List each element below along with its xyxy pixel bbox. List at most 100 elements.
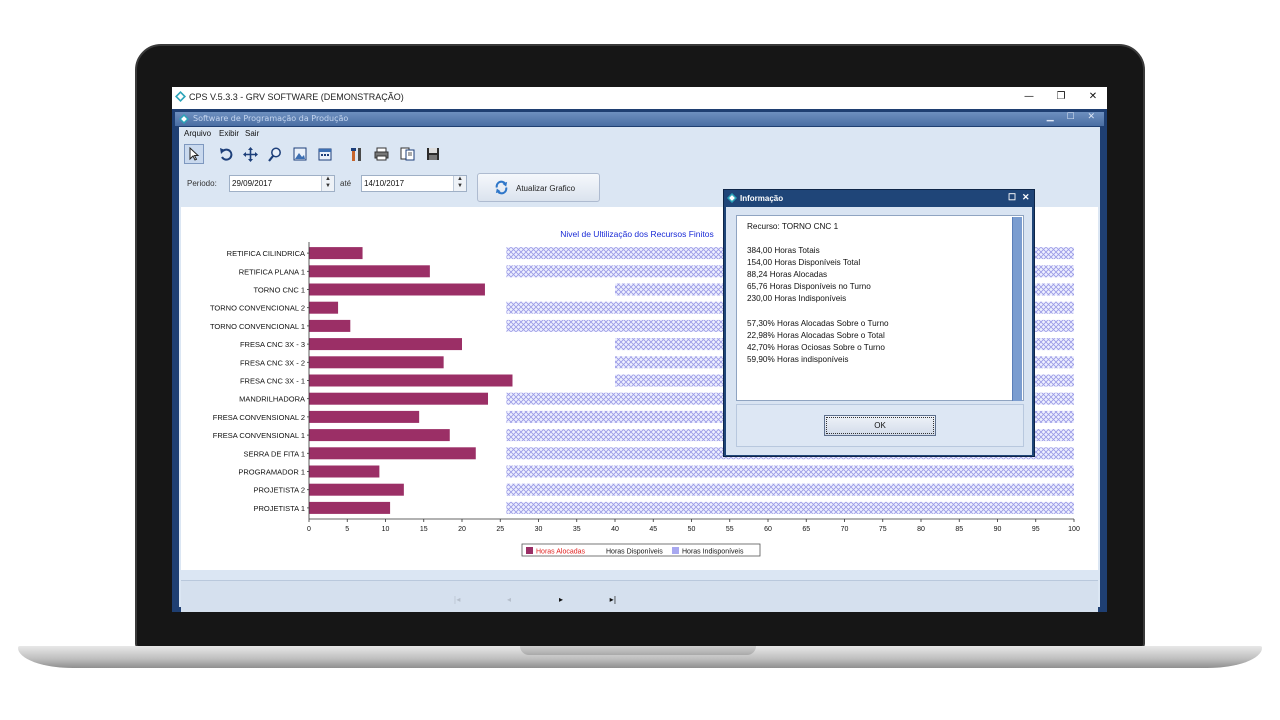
record-navigation-bar: |◂ ◂ ▸ ▸|: [181, 580, 1098, 612]
unavailable-bar: [506, 501, 1074, 514]
app-logo-icon: [727, 193, 737, 203]
start-date-field[interactable]: 29/09/2017 ▲ ▼: [229, 175, 335, 192]
start-date-spinner[interactable]: ▲ ▼: [321, 176, 334, 191]
menu-bar: Arquivo Exibir Sair: [179, 127, 1100, 140]
pointer-tool-button[interactable]: [184, 144, 204, 164]
print-preview-icon: [400, 147, 414, 161]
menu-arquivo[interactable]: Arquivo: [184, 129, 211, 138]
refresh-chart-button[interactable]: Atualizar Grafico: [477, 173, 600, 202]
minimize-button[interactable]: —: [1012, 89, 1046, 105]
x-tick-label: 10: [382, 526, 390, 533]
category-label: PROJETISTA 1: [253, 504, 305, 513]
app-logo-icon: [179, 114, 189, 124]
previous-record-button[interactable]: ◂: [501, 595, 517, 607]
settings-button[interactable]: [347, 144, 367, 164]
mdi-window-controls[interactable]: ▁ ☐ ✕: [1047, 112, 1100, 122]
last-record-button[interactable]: ▸|: [605, 595, 621, 607]
category-label: FRESA CONVENSIONAL 2: [213, 413, 305, 422]
x-tick-label: 85: [955, 526, 963, 533]
category-label: FRESA CNC 3X - 2: [240, 358, 305, 367]
allocated-bar: [309, 447, 476, 460]
info-dialog-title: Informação: [740, 194, 784, 203]
x-tick-label: 80: [917, 526, 925, 533]
category-label: RETIFICA PLANA 1: [239, 267, 305, 276]
calendar-icon: [318, 148, 332, 161]
pointer-icon: [189, 147, 200, 161]
category-label: FRESA CNC 3X - 3: [240, 340, 305, 349]
period-label: Periodo:: [187, 179, 217, 188]
unavailable-bar: [506, 483, 1074, 496]
info-resource: Recurso: TORNO CNC 1: [747, 222, 839, 231]
allocated-bar: [309, 265, 430, 278]
calendar-button[interactable]: [315, 144, 335, 164]
refresh-chart-label: Atualizar Grafico: [516, 184, 576, 193]
end-date-field[interactable]: 14/10/2017 ▲ ▼: [361, 175, 467, 192]
legend-label: Horas Indisponíveis: [682, 549, 744, 556]
x-tick-label: 0: [307, 526, 311, 533]
x-tick-label: 15: [420, 526, 428, 533]
x-tick-label: 5: [345, 526, 349, 533]
undo-icon: [220, 148, 233, 161]
allocated-bar: [309, 301, 339, 314]
info-line: 57,30% Horas Alocadas Sobre o Turno: [747, 319, 889, 328]
x-tick-label: 50: [688, 526, 696, 533]
save-button[interactable]: [423, 144, 443, 164]
allocated-bar: [309, 465, 380, 478]
info-line: 88,24 Horas Alocadas: [747, 270, 828, 279]
allocated-bar: [309, 247, 363, 260]
restore-button[interactable]: ❐: [1044, 89, 1078, 105]
export-image-button[interactable]: [290, 144, 310, 164]
menu-sair[interactable]: Sair: [245, 129, 259, 138]
refresh-icon: [495, 180, 508, 195]
save-icon: [427, 148, 439, 160]
move-icon: [242, 146, 258, 162]
start-date-value: 29/09/2017: [232, 179, 273, 188]
x-tick-label: 75: [879, 526, 887, 533]
next-record-button[interactable]: ▸: [553, 595, 569, 607]
legend-swatch: [672, 547, 679, 554]
x-tick-label: 30: [535, 526, 543, 533]
end-date-spinner[interactable]: ▲ ▼: [453, 176, 466, 191]
allocated-bar: [309, 319, 351, 332]
until-label: até: [340, 179, 352, 188]
x-tick-label: 90: [994, 526, 1002, 533]
close-button[interactable]: ✕: [1076, 89, 1107, 105]
undo-button[interactable]: [216, 144, 236, 164]
end-date-value: 14/10/2017: [364, 179, 405, 188]
info-line: 384,00 Horas Totais: [747, 246, 820, 255]
zoom-button[interactable]: [265, 144, 285, 164]
x-tick-label: 20: [458, 526, 466, 533]
dialog-close-button[interactable]: ✕: [1022, 192, 1030, 203]
info-line: 154,00 Horas Disponíveis Total: [747, 258, 861, 267]
allocated-bar: [309, 356, 444, 369]
print-icon: [374, 147, 388, 161]
info-line: 59,90% Horas indisponíveis: [747, 355, 849, 364]
category-label: MANDRILHADORA: [239, 395, 305, 404]
menu-exibir[interactable]: Exibir: [219, 129, 239, 138]
allocated-bar: [309, 374, 513, 387]
toolbar: [181, 141, 481, 167]
allocated-bar: [309, 338, 462, 351]
first-record-button[interactable]: |◂: [449, 595, 465, 607]
info-dialog: Informação ☐ ✕ Recurso: TORNO CNC 1 384,…: [723, 189, 1035, 457]
x-tick-label: 70: [841, 526, 849, 533]
settings-icon: [351, 147, 361, 161]
print-preview-button[interactable]: [397, 144, 417, 164]
allocated-bar: [309, 429, 450, 442]
dialog-maximize-button[interactable]: ☐: [1008, 192, 1016, 203]
move-button[interactable]: [240, 144, 260, 164]
x-tick-label: 60: [764, 526, 772, 533]
print-button[interactable]: [371, 144, 391, 164]
zoom-icon: [268, 147, 281, 162]
info-text-area: Recurso: TORNO CNC 1 384,00 Horas Totais…: [736, 215, 1024, 401]
category-label: FRESA CNC 3X - 1: [240, 377, 305, 386]
ok-button[interactable]: OK: [824, 415, 936, 436]
window-title: CPS V.5.3.3 - GRV SOFTWARE (DEMONSTRAÇÃO…: [189, 92, 404, 102]
legend-swatch: [596, 547, 603, 554]
info-scrollbar[interactable]: [1012, 217, 1022, 401]
legend-label: Horas Disponíveis: [606, 549, 663, 556]
x-tick-label: 25: [496, 526, 504, 533]
category-label: RETIFICA CILINDRICA: [227, 249, 305, 258]
app-logo-icon: [175, 91, 186, 102]
x-tick-label: 65: [802, 526, 810, 533]
